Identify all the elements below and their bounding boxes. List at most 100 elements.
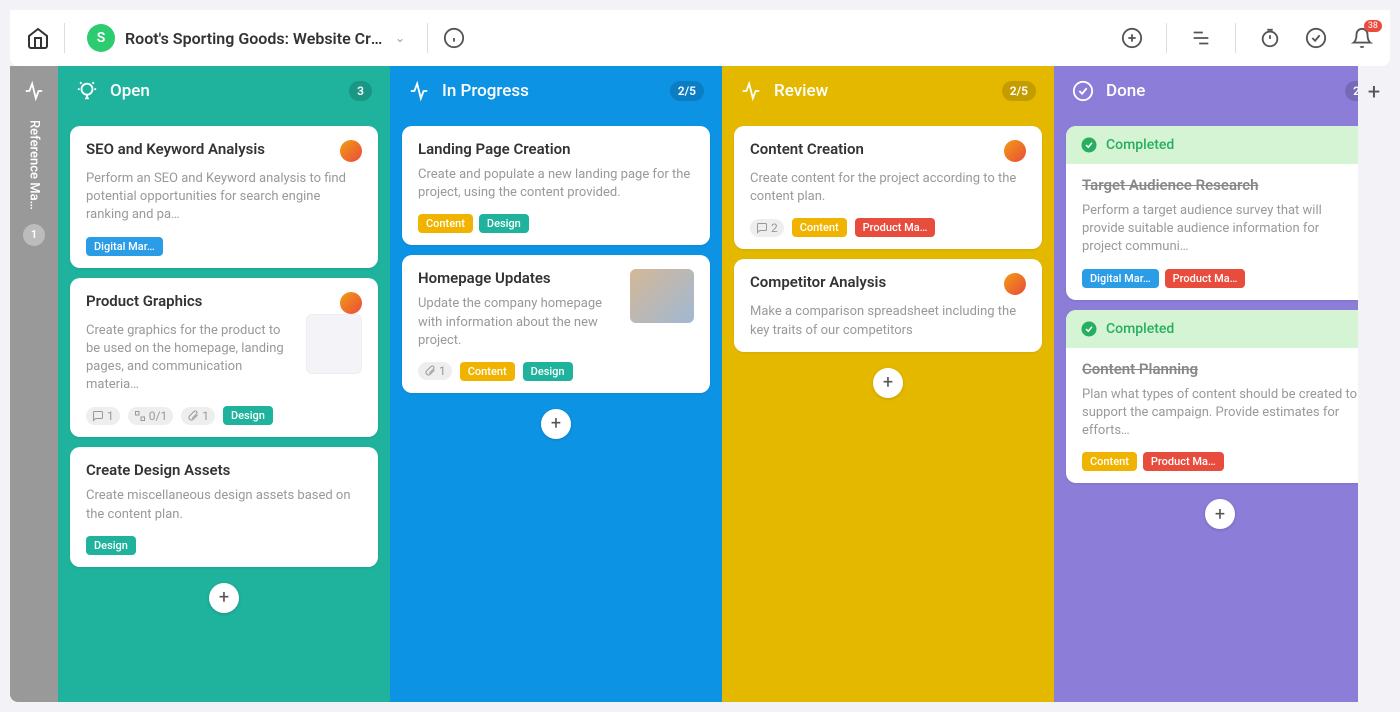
- task-card[interactable]: Content Creation Create content for the p…: [734, 126, 1042, 249]
- tag[interactable]: Design: [223, 406, 273, 425]
- thumbnail: [306, 314, 362, 374]
- card-meta: 10/11Design: [86, 406, 362, 425]
- column-progress: In Progress 2/5 Landing Page CreationCrea…: [390, 66, 722, 702]
- column-body: Content Creation Create content for the p…: [722, 116, 1054, 702]
- avatar: [1004, 140, 1026, 162]
- board: Open 3 SEO and Keyword Analysis Perform an…: [58, 66, 1358, 702]
- check-icon: [1072, 80, 1094, 102]
- column-title: Review: [774, 81, 990, 101]
- add-icon[interactable]: [1120, 26, 1144, 50]
- comments-chip: 2: [750, 219, 784, 237]
- card-title: Content Creation: [750, 140, 996, 158]
- card-tags: Design: [86, 536, 362, 555]
- task-card[interactable]: Product Graphics Create graphics for the …: [70, 278, 378, 438]
- task-card[interactable]: SEO and Keyword Analysis Perform an SEO a…: [70, 126, 378, 268]
- tag[interactable]: Design: [86, 536, 136, 555]
- card-desc: Perform an SEO and Keyword analysis to f…: [86, 170, 362, 225]
- card-desc: Make a comparison spreadsheet including …: [750, 303, 1026, 339]
- divider: [64, 23, 65, 53]
- column-count: 3: [349, 81, 372, 101]
- card-desc: Create content for the project according…: [750, 170, 1026, 206]
- divider: [427, 23, 428, 53]
- tag[interactable]: Digital Mar…: [1082, 269, 1159, 288]
- avatar: [340, 140, 362, 162]
- chevron-down-icon: ⌄: [395, 31, 405, 45]
- notification-badge: 38: [1364, 20, 1382, 32]
- workspace: Reference Ma… 1 Open 3 SEO and Keyword An…: [10, 66, 1390, 702]
- tag[interactable]: Content: [460, 362, 515, 381]
- rail-badge: 1: [23, 224, 45, 246]
- tag[interactable]: Product Ma…: [1143, 452, 1224, 471]
- card-title: Competitor Analysis: [750, 273, 996, 291]
- column-header[interactable]: Done 2: [1054, 66, 1358, 116]
- approve-icon[interactable]: [1304, 26, 1328, 50]
- column-header[interactable]: Open 3: [58, 66, 390, 116]
- tag[interactable]: Digital Mar…: [86, 237, 163, 256]
- divider: [1235, 23, 1236, 53]
- card-title: Target Audience Research: [1082, 176, 1358, 194]
- completed-badge: Completed: [1066, 126, 1358, 164]
- task-card[interactable]: Homepage UpdatesUpdate the company homep…: [402, 255, 710, 393]
- task-card[interactable]: Create Design AssetsCreate miscellaneous…: [70, 447, 378, 566]
- task-card[interactable]: CompletedTarget Audience ResearchPerform…: [1066, 126, 1358, 300]
- card-tags: Digital Mar…: [86, 237, 362, 256]
- card-title: SEO and Keyword Analysis: [86, 140, 332, 158]
- avatar: [1004, 273, 1026, 295]
- project-avatar: S: [87, 24, 115, 52]
- topbar-right: 38: [1120, 23, 1374, 53]
- column-body: SEO and Keyword Analysis Perform an SEO a…: [58, 116, 390, 702]
- column-title: Open: [110, 81, 337, 101]
- tag[interactable]: Content: [1082, 452, 1137, 471]
- column-open: Open 3 SEO and Keyword Analysis Perform an…: [58, 66, 390, 702]
- project-selector[interactable]: S Root's Sporting Goods: Website Cre… ⌄: [79, 20, 413, 56]
- add-card-button[interactable]: +: [873, 368, 903, 398]
- bell-icon[interactable]: 38: [1350, 26, 1374, 50]
- card-title: Content Planning: [1082, 360, 1358, 378]
- attachments-chip: 1: [418, 362, 452, 380]
- task-card[interactable]: Landing Page CreationCreate and populate…: [402, 126, 710, 245]
- add-card-button[interactable]: +: [1205, 499, 1235, 529]
- card-desc: Update the company homepage with informa…: [418, 295, 614, 350]
- card-title: Create Design Assets: [86, 461, 362, 479]
- task-card[interactable]: Competitor Analysis Make a comparison spr…: [734, 259, 1042, 351]
- tag[interactable]: Product Ma…: [1165, 269, 1246, 288]
- task-card[interactable]: CompletedContent PlanningPlan what types…: [1066, 310, 1358, 484]
- subtasks-chip: 0/1: [128, 407, 173, 425]
- card-desc: Create and populate a new landing page f…: [418, 166, 694, 202]
- column-title: Done: [1106, 81, 1333, 101]
- timer-icon[interactable]: [1258, 26, 1282, 50]
- avatar: [340, 292, 362, 314]
- home-icon[interactable]: [26, 26, 50, 50]
- tag[interactable]: Product Ma…: [855, 218, 936, 237]
- pulse-icon: [23, 80, 45, 102]
- card-title: Product Graphics: [86, 292, 332, 310]
- divider: [1166, 23, 1167, 53]
- attachments-chip: 1: [181, 407, 215, 425]
- info-icon[interactable]: [442, 26, 466, 50]
- add-card-button[interactable]: +: [541, 409, 571, 439]
- add-column-button[interactable]: +: [1358, 66, 1390, 702]
- column-count: 2/5: [1002, 81, 1036, 101]
- tag[interactable]: Content: [418, 214, 473, 233]
- completed-badge: Completed: [1066, 310, 1358, 348]
- left-rail[interactable]: Reference Ma… 1: [10, 66, 58, 702]
- card-tags: Content Product Ma…: [1082, 452, 1358, 471]
- column-count: 2: [1345, 81, 1358, 101]
- card-desc: Create graphics for the product to be us…: [86, 322, 290, 395]
- column-review: Review 2/5 Content Creation Create content…: [722, 66, 1054, 702]
- column-header[interactable]: In Progress 2/5: [390, 66, 722, 116]
- lightbulb-icon: [76, 80, 98, 102]
- roadmap-icon[interactable]: [1189, 26, 1213, 50]
- column-header[interactable]: Review 2/5: [722, 66, 1054, 116]
- column-title: In Progress: [442, 81, 658, 101]
- tag[interactable]: Content: [792, 218, 847, 237]
- pulse-icon: [740, 80, 762, 102]
- tag[interactable]: Design: [479, 214, 529, 233]
- thumbnail: [630, 269, 694, 323]
- rail-label: Reference Ma…: [27, 120, 42, 210]
- column-body: Landing Page CreationCreate and populate…: [390, 116, 722, 702]
- card-tags: Digital Mar… Product Ma…: [1082, 269, 1358, 288]
- card-meta: 1 Content Design: [418, 362, 694, 381]
- tag[interactable]: Design: [523, 362, 573, 381]
- add-card-button[interactable]: +: [209, 583, 239, 613]
